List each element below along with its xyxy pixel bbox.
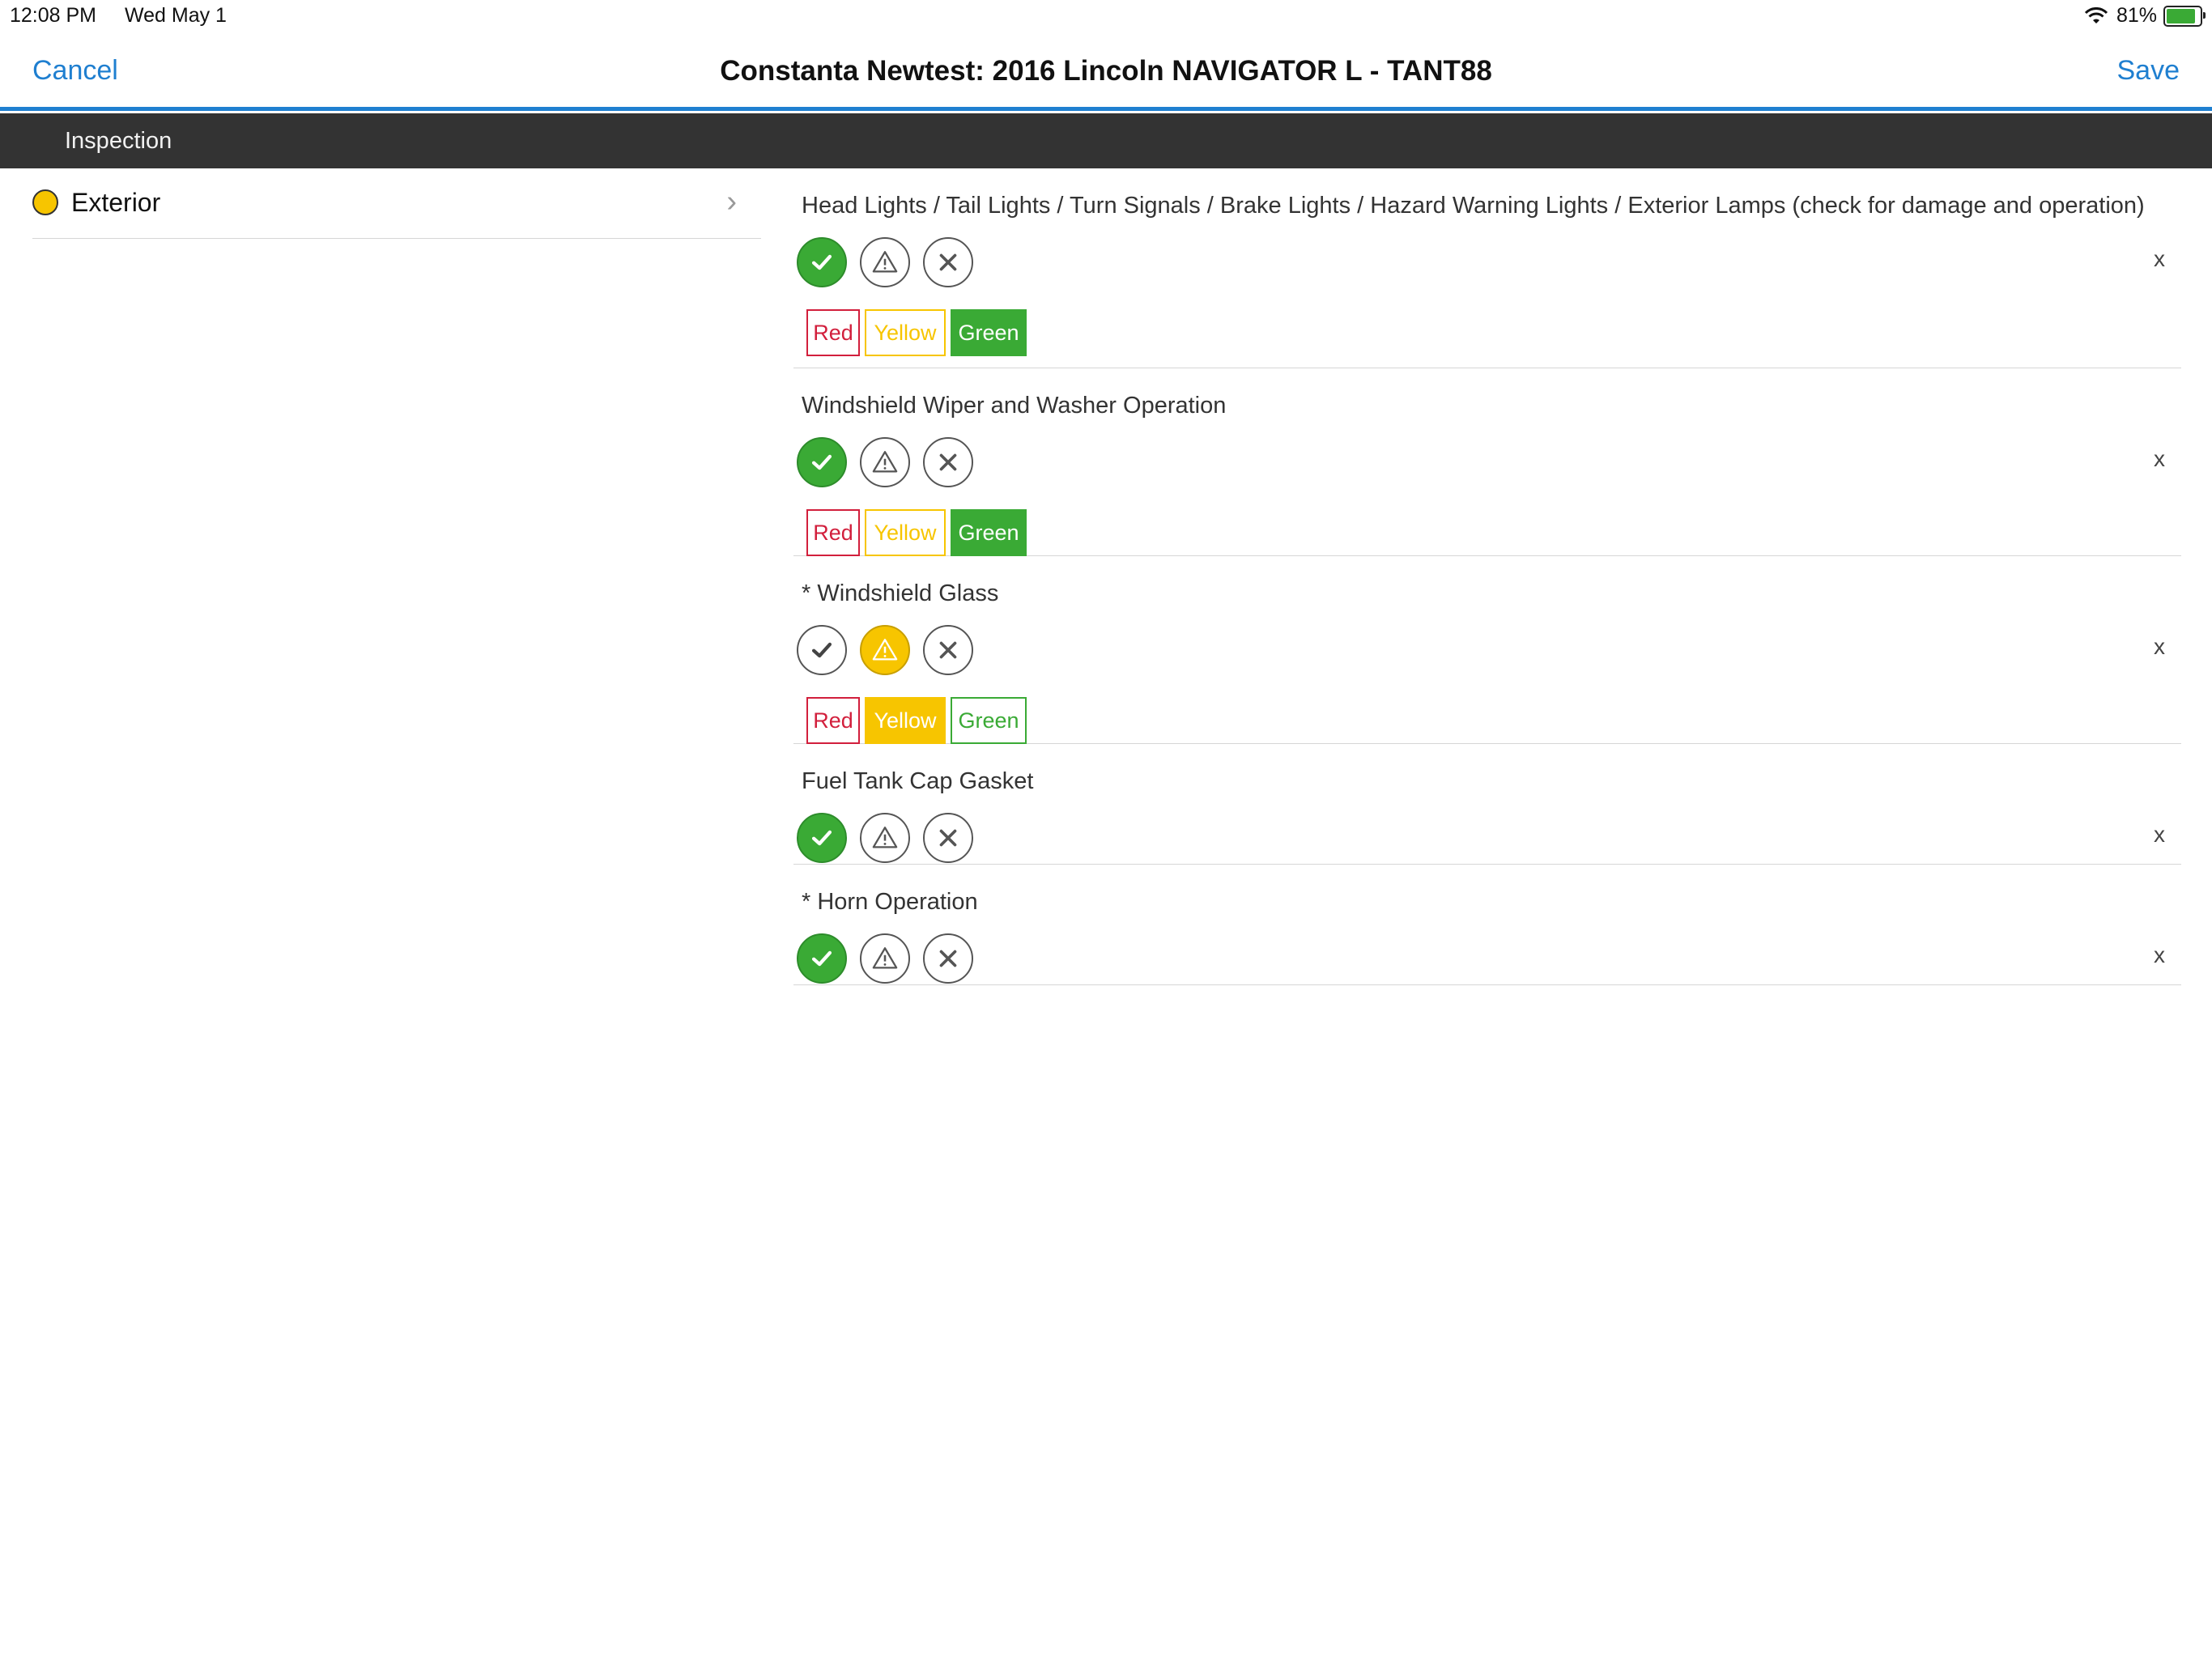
status-buttons (797, 813, 986, 863)
close-icon (939, 829, 957, 847)
pass-button[interactable] (797, 625, 847, 675)
chevron-right-icon: › (726, 185, 737, 219)
status-buttons (797, 933, 986, 984)
level-green-button[interactable]: Green (951, 509, 1027, 556)
warning-icon (872, 251, 898, 273)
pass-button[interactable] (797, 813, 847, 863)
warning-button[interactable] (860, 437, 910, 487)
warning-icon (872, 827, 898, 848)
level-yellow-button[interactable]: Yellow (865, 509, 946, 556)
check-icon (811, 950, 832, 967)
section-title: Inspection (65, 128, 172, 154)
check-icon (811, 254, 832, 270)
fail-button[interactable] (923, 933, 973, 984)
warning-icon (872, 947, 898, 969)
inspection-item: * Windshield Glass x Red Yellow Green (793, 556, 2181, 744)
remove-item-button[interactable]: x (2154, 634, 2165, 660)
sidebar-item-label: Exterior (71, 188, 161, 217)
item-title: * Horn Operation (802, 889, 978, 915)
item-title: * Windshield Glass (802, 580, 999, 606)
save-button[interactable]: Save (2117, 55, 2180, 87)
remove-item-button[interactable]: x (2154, 942, 2165, 968)
check-icon (811, 642, 832, 658)
item-title: Fuel Tank Cap Gasket (802, 768, 1034, 794)
status-bar: 12:08 PM Wed May 1 81% (0, 0, 2212, 32)
status-time: 12:08 PM (10, 4, 97, 27)
pass-button[interactable] (797, 933, 847, 984)
level-green-button[interactable]: Green (951, 697, 1027, 744)
level-selector: Red Yellow Green (806, 509, 1032, 556)
inspection-item: Head Lights / Tail Lights / Turn Signals… (793, 168, 2181, 368)
inspection-item: Windshield Wiper and Washer Operation x … (793, 368, 2181, 556)
fail-button[interactable] (923, 625, 973, 675)
check-icon (811, 454, 832, 470)
warning-button[interactable] (860, 933, 910, 984)
pass-button[interactable] (797, 437, 847, 487)
level-yellow-button[interactable]: Yellow (865, 309, 946, 356)
item-title: Head Lights / Tail Lights / Turn Signals… (802, 193, 2145, 219)
status-left: 12:08 PM Wed May 1 (10, 4, 249, 28)
close-icon (939, 253, 957, 271)
level-red-button[interactable]: Red (806, 697, 860, 744)
warning-button[interactable] (860, 625, 910, 675)
level-selector: Red Yellow Green (806, 697, 1032, 744)
level-green-button[interactable]: Green (951, 309, 1027, 356)
warning-button[interactable] (860, 237, 910, 287)
inspection-item: * Horn Operation x (793, 865, 2181, 985)
status-right: 81% (2084, 4, 2206, 28)
pass-button[interactable] (797, 237, 847, 287)
status-dot-icon (32, 189, 58, 215)
level-red-button[interactable]: Red (806, 509, 860, 556)
warning-icon (872, 639, 898, 661)
fail-button[interactable] (923, 437, 973, 487)
warning-button[interactable] (860, 813, 910, 863)
status-buttons (797, 237, 986, 287)
page-title: Constanta Newtest: 2016 Lincoln NAVIGATO… (720, 55, 1492, 87)
fail-button[interactable] (923, 237, 973, 287)
close-icon (939, 641, 957, 659)
item-title: Windshield Wiper and Washer Operation (802, 393, 1227, 419)
remove-item-button[interactable]: x (2154, 822, 2165, 848)
level-yellow-button[interactable]: Yellow (865, 697, 946, 744)
inspection-item: Fuel Tank Cap Gasket x (793, 744, 2181, 865)
close-icon (939, 453, 957, 471)
wifi-icon (2084, 6, 2108, 23)
battery-percent: 81% (2116, 4, 2157, 27)
check-icon (811, 830, 832, 846)
level-red-button[interactable]: Red (806, 309, 860, 356)
close-icon (939, 950, 957, 967)
navigation-bar: Cancel Constanta Newtest: 2016 Lincoln N… (0, 32, 2212, 111)
fail-button[interactable] (923, 813, 973, 863)
remove-item-button[interactable]: x (2154, 446, 2165, 472)
status-date: Wed May 1 (124, 4, 227, 27)
battery-icon (2163, 5, 2206, 27)
status-buttons (797, 437, 986, 487)
section-header: Inspection (0, 113, 2212, 168)
inspection-list: Head Lights / Tail Lights / Turn Signals… (793, 168, 2181, 985)
sidebar: Exterior › (0, 168, 761, 239)
sidebar-item-exterior[interactable]: Exterior › (32, 168, 761, 239)
warning-icon (872, 451, 898, 473)
level-selector: Red Yellow Green (806, 309, 1032, 356)
status-buttons (797, 625, 986, 675)
remove-item-button[interactable]: x (2154, 246, 2165, 272)
